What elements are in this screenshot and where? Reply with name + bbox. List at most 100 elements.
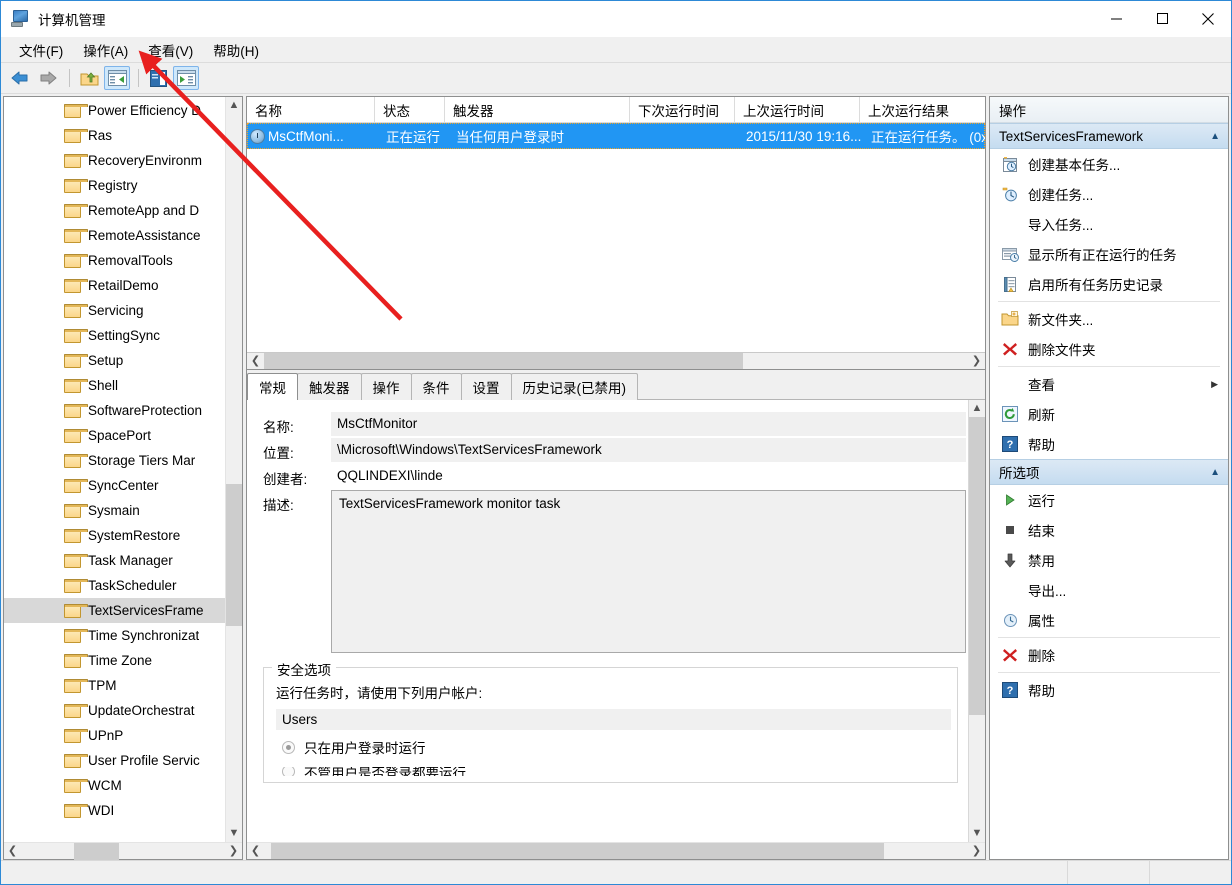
- menu-file[interactable]: 文件(F): [9, 37, 73, 63]
- forward-button[interactable]: [35, 66, 61, 90]
- collapse-caret-icon[interactable]: ▲: [1210, 131, 1220, 142]
- tree-item[interactable]: WDI: [4, 798, 225, 823]
- detail-hscroll-right-arrow[interactable]: ❯: [968, 843, 985, 860]
- tasklist-hscroll-left-arrow[interactable]: ❮: [247, 353, 264, 370]
- detail-scroll-thumb[interactable]: [969, 417, 985, 715]
- tasklist-hscroll-track[interactable]: [264, 352, 968, 369]
- column-header[interactable]: 上次运行结果: [860, 97, 985, 123]
- maximize-button[interactable]: [1139, 0, 1185, 37]
- action-show-running-tasks[interactable]: 显示所有正在运行的任务: [990, 239, 1228, 269]
- detail-hscroll-left-arrow[interactable]: ❮: [247, 843, 264, 860]
- tab-常规[interactable]: 常规: [247, 373, 298, 400]
- column-header[interactable]: 上次运行时间: [735, 97, 860, 123]
- tab-历史记录(已禁用)[interactable]: 历史记录(已禁用): [510, 373, 638, 400]
- tree-vertical-scrollbar[interactable]: ▲ ▼: [225, 97, 242, 842]
- tree-item[interactable]: RemovalTools: [4, 248, 225, 273]
- action-disable[interactable]: 禁用: [990, 545, 1228, 575]
- tree-item[interactable]: RemoteApp and D: [4, 198, 225, 223]
- tree-item[interactable]: Storage Tiers Mar: [4, 448, 225, 473]
- action-create-basic-task[interactable]: 创建基本任务...: [990, 149, 1228, 179]
- detail-hscroll-thumb[interactable]: [271, 842, 884, 859]
- radio-any-indicator[interactable]: [282, 767, 295, 776]
- tasklist-hscroll-right-arrow[interactable]: ❯: [968, 353, 985, 370]
- action-properties[interactable]: 属性: [990, 605, 1228, 635]
- detail-vertical-scrollbar[interactable]: ▲ ▼: [968, 400, 985, 842]
- tasklist-hscroll-thumb[interactable]: [264, 352, 743, 369]
- tree-item[interactable]: TaskScheduler: [4, 573, 225, 598]
- tree-item[interactable]: Time Synchronizat: [4, 623, 225, 648]
- minimize-button[interactable]: [1093, 0, 1139, 37]
- tree-item[interactable]: Time Zone: [4, 648, 225, 673]
- tree-hscroll-left-arrow[interactable]: ❮: [4, 843, 21, 860]
- tab-条件[interactable]: 条件: [410, 373, 462, 400]
- tree-item[interactable]: User Profile Servic: [4, 748, 225, 773]
- tree-item[interactable]: TPM: [4, 673, 225, 698]
- tree-item[interactable]: Registry: [4, 173, 225, 198]
- radio-run-whether-logged-on-or-not[interactable]: 不管用户是否登录都要运行: [276, 767, 951, 776]
- tab-触发器[interactable]: 触发器: [297, 373, 362, 400]
- tab-设置[interactable]: 设置: [460, 373, 512, 400]
- menu-help[interactable]: 帮助(H): [203, 37, 269, 63]
- action-run[interactable]: 运行: [990, 485, 1228, 515]
- detail-scroll-up-arrow[interactable]: ▲: [969, 400, 985, 417]
- tree-item[interactable]: Sysmain: [4, 498, 225, 523]
- detail-scroll-track[interactable]: [969, 417, 985, 825]
- detail-horizontal-scrollbar[interactable]: ❮ ❯: [247, 842, 985, 859]
- tree-item[interactable]: Ras: [4, 123, 225, 148]
- column-header[interactable]: 下次运行时间: [630, 97, 735, 123]
- tree-item[interactable]: Task Manager: [4, 548, 225, 573]
- column-header[interactable]: 触发器: [445, 97, 630, 123]
- radio-run-only-when-logged-on[interactable]: 只在用户登录时运行: [276, 737, 951, 757]
- menu-view[interactable]: 查看(V): [138, 37, 203, 63]
- action-delete-folder[interactable]: 删除文件夹: [990, 334, 1228, 364]
- up-folder-button[interactable]: [76, 66, 102, 90]
- field-name-value[interactable]: MsCtfMonitor: [331, 412, 966, 436]
- tree-item[interactable]: Power Efficiency D: [4, 98, 225, 123]
- action-delete[interactable]: 删除: [990, 640, 1228, 670]
- radio-logged-on-indicator[interactable]: [282, 740, 295, 754]
- action-create-task[interactable]: 创建任务...: [990, 179, 1228, 209]
- show-hide-tree-button[interactable]: [104, 66, 130, 90]
- tree-item[interactable]: SettingSync: [4, 323, 225, 348]
- tree-hscroll-right-arrow[interactable]: ❯: [225, 843, 242, 860]
- tree-item[interactable]: RetailDemo: [4, 273, 225, 298]
- tree-scroll-track[interactable]: [226, 114, 242, 825]
- close-button[interactable]: [1185, 0, 1231, 37]
- column-header[interactable]: 名称: [247, 97, 375, 123]
- tab-操作[interactable]: 操作: [360, 373, 412, 400]
- tree-item[interactable]: RecoveryEnvironm: [4, 148, 225, 173]
- tree-item[interactable]: SpacePort: [4, 423, 225, 448]
- tree-scroll-thumb[interactable]: [226, 483, 242, 626]
- tree-item[interactable]: SoftwareProtection: [4, 398, 225, 423]
- action-new-folder[interactable]: 新文件夹...: [990, 304, 1228, 334]
- tree-item[interactable]: RemoteAssistance: [4, 223, 225, 248]
- menu-action[interactable]: 操作(A): [73, 37, 138, 63]
- collapse-caret-icon[interactable]: ▲: [1210, 467, 1220, 478]
- tree-item[interactable]: TextServicesFrame: [4, 598, 225, 623]
- tree-horizontal-scrollbar[interactable]: ❮ ❯: [4, 842, 242, 860]
- action-help-selected[interactable]: ? 帮助: [990, 675, 1228, 705]
- tree-hscroll-thumb[interactable]: [74, 842, 119, 860]
- action-import-task[interactable]: 导入任务...: [990, 209, 1228, 239]
- submenu-arrow-icon[interactable]: ▶: [1211, 379, 1218, 390]
- tree-scroll-down-arrow[interactable]: ▼: [226, 825, 242, 842]
- properties-button[interactable]: [145, 66, 171, 90]
- tree-scroll-up-arrow[interactable]: ▲: [226, 97, 242, 114]
- tree-item[interactable]: Shell: [4, 373, 225, 398]
- action-refresh[interactable]: 刷新: [990, 399, 1228, 429]
- action-export[interactable]: 导出...: [990, 575, 1228, 605]
- action-help[interactable]: ? 帮助: [990, 429, 1228, 459]
- tree-item[interactable]: SyncCenter: [4, 473, 225, 498]
- detail-hscroll-track[interactable]: [264, 842, 968, 859]
- table-row[interactable]: MsCtfMoni... 正在运行 当任何用户登录时 2015/11/30 19…: [247, 123, 985, 149]
- tree-item[interactable]: SystemRestore: [4, 523, 225, 548]
- action-enable-history[interactable]: 启用所有任务历史记录: [990, 269, 1228, 299]
- actions-group-selected-header[interactable]: 所选项 ▲: [990, 459, 1228, 485]
- actions-group-folder-header[interactable]: TextServicesFramework ▲: [990, 123, 1228, 149]
- field-description-value[interactable]: TextServicesFramework monitor task: [331, 490, 966, 653]
- tree-hscroll-track[interactable]: [21, 842, 225, 860]
- action-view[interactable]: 查看 ▶: [990, 369, 1228, 399]
- detail-scroll-down-arrow[interactable]: ▼: [969, 825, 985, 842]
- back-button[interactable]: [7, 66, 33, 90]
- action-pane-button[interactable]: [173, 66, 199, 90]
